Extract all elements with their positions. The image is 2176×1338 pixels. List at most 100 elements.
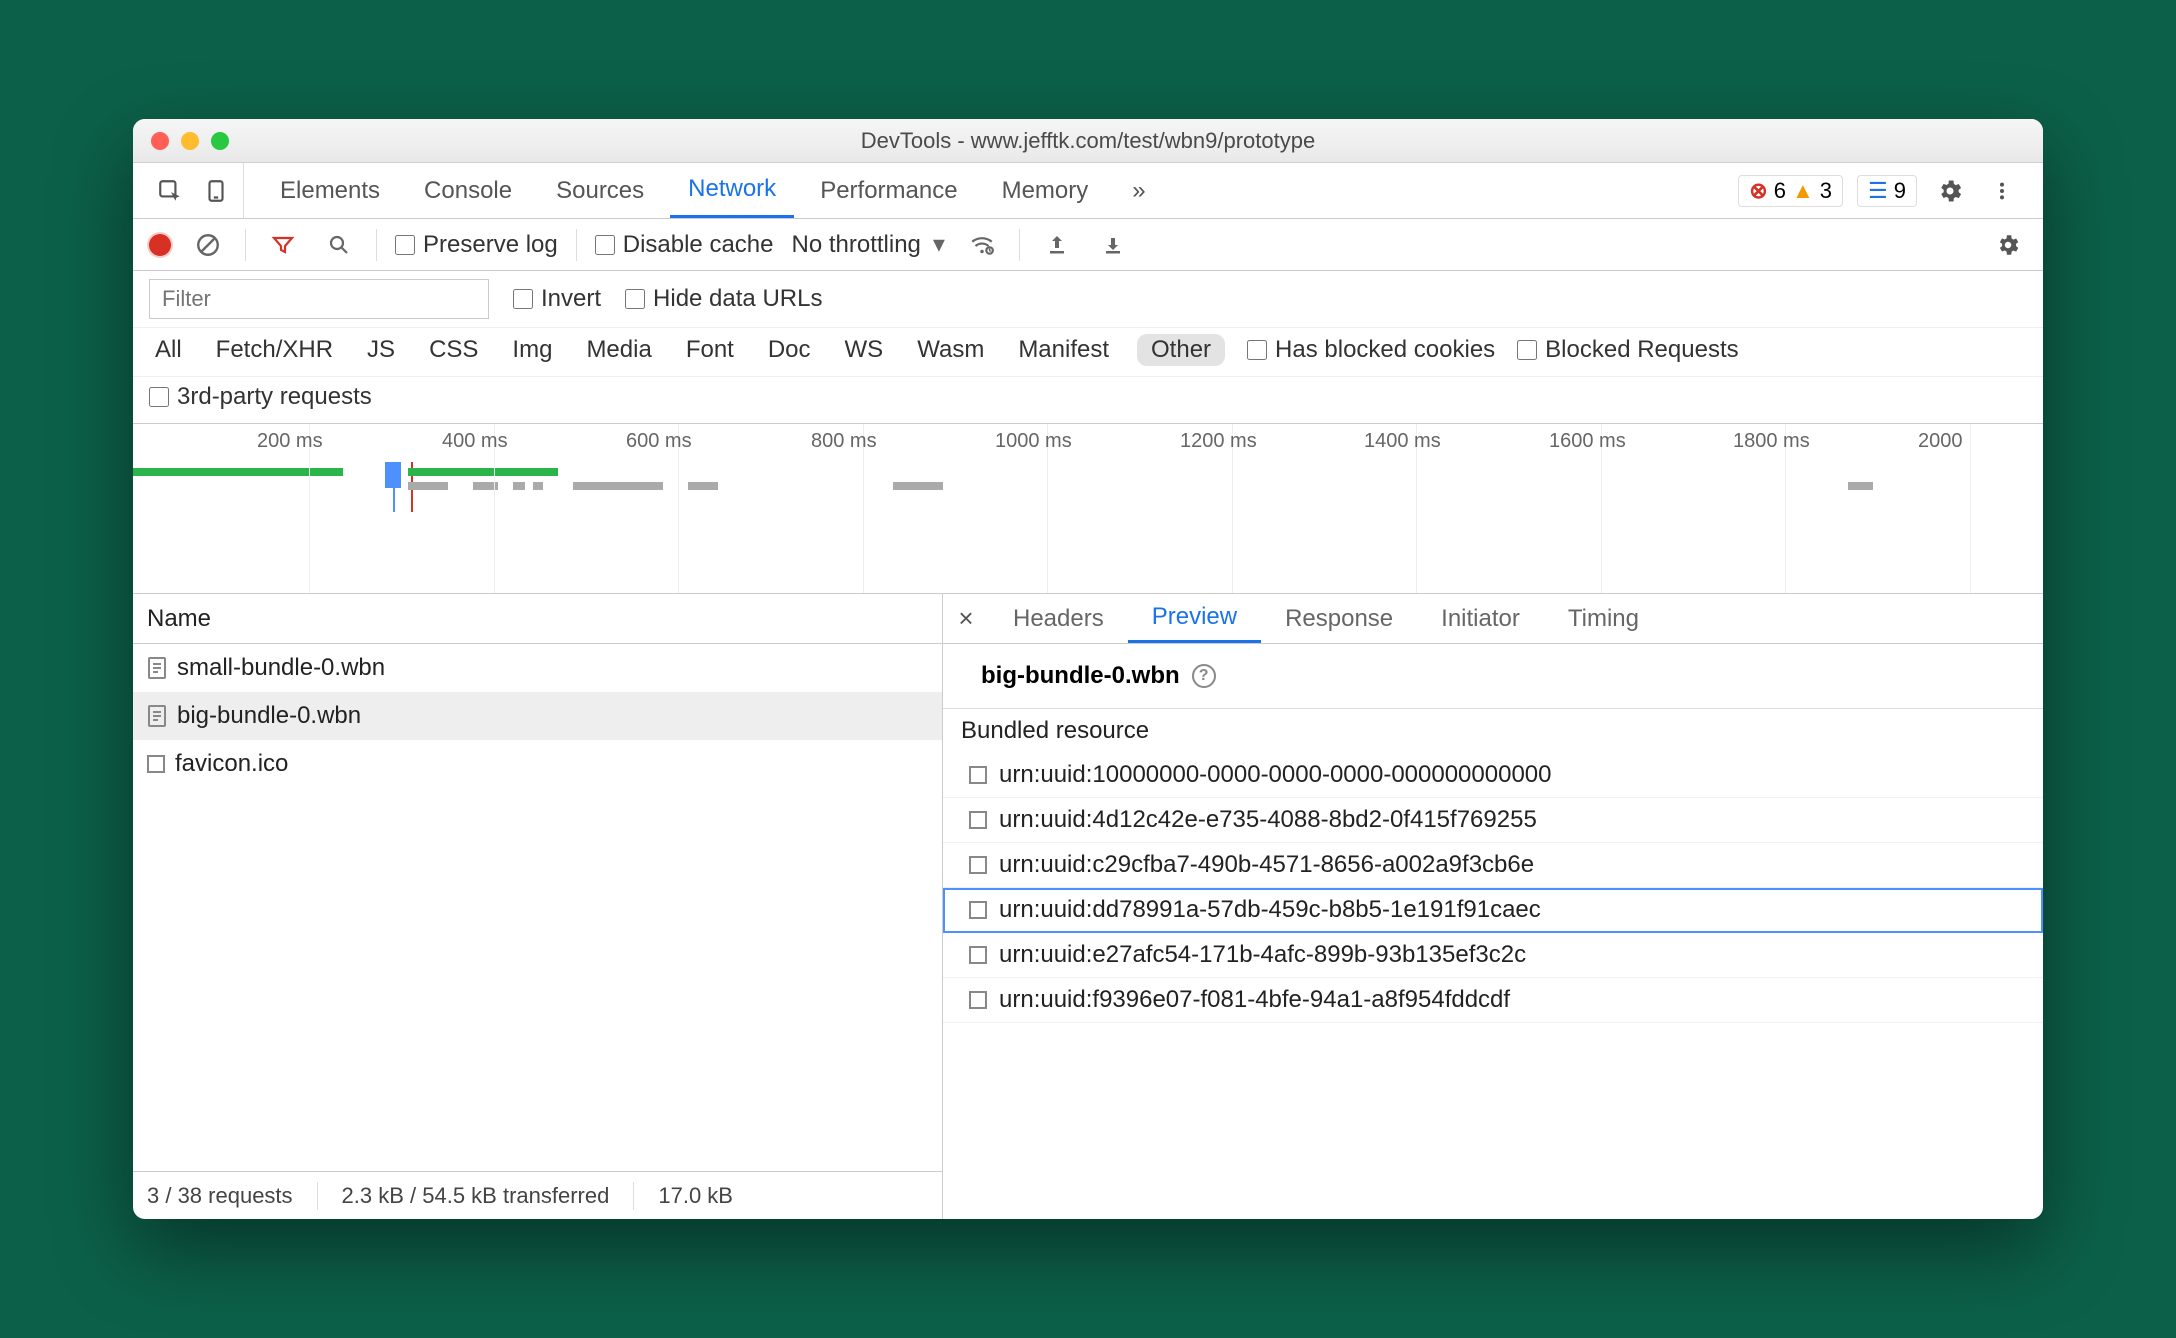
settings-gear-icon[interactable] — [1931, 172, 1969, 210]
has-blocked-cookies-checkbox[interactable]: Has blocked cookies — [1247, 336, 1495, 364]
network-conditions-icon[interactable] — [963, 226, 1001, 264]
chevron-down-icon: ▾ — [933, 230, 945, 259]
resource-icon — [969, 946, 987, 964]
resource-icon — [969, 991, 987, 1009]
error-icon: ⊗ — [1749, 178, 1767, 204]
column-header-name[interactable]: Name — [133, 594, 942, 644]
type-filter-fetchxhr[interactable]: Fetch/XHR — [210, 334, 339, 366]
inspect-element-icon[interactable] — [151, 172, 189, 210]
resource-icon — [969, 901, 987, 919]
type-filter-manifest[interactable]: Manifest — [1012, 334, 1115, 366]
type-filter-font[interactable]: Font — [680, 334, 740, 366]
timeline-tick: 200 ms — [257, 430, 323, 453]
detail-tab-preview[interactable]: Preview — [1128, 594, 1261, 643]
file-icon — [147, 755, 165, 773]
clear-icon[interactable] — [189, 226, 227, 264]
window-title: DevTools - www.jefftk.com/test/wbn9/prot… — [133, 128, 2043, 154]
disable-cache-checkbox[interactable]: Disable cache — [595, 231, 774, 259]
import-har-icon[interactable] — [1038, 226, 1076, 264]
blocked-requests-checkbox[interactable]: Blocked Requests — [1517, 336, 1738, 364]
request-row[interactable]: favicon.ico — [133, 740, 942, 788]
bundled-resource-header: Bundled resource — [943, 708, 2043, 753]
timeline-tick: 1600 ms — [1549, 430, 1626, 453]
timeline-tick: 1400 ms — [1364, 430, 1441, 453]
requests-list-pane: Name small-bundle-0.wbn big-bundle-0.wbn f… — [133, 594, 943, 1219]
panel-tab-elements[interactable]: Elements — [262, 163, 398, 218]
network-split: Name small-bundle-0.wbn big-bundle-0.wbn f… — [133, 594, 2043, 1219]
device-toolbar-icon[interactable] — [197, 172, 235, 210]
detail-body: big-bundle-0.wbn ? Bundled resource urn:… — [943, 644, 2043, 1219]
timeline-tick: 1800 ms — [1733, 430, 1810, 453]
request-row[interactable]: small-bundle-0.wbn — [133, 644, 942, 692]
message-icon: ☰ — [1868, 178, 1888, 204]
network-settings-icon[interactable] — [1989, 226, 2027, 264]
type-filter-row: All Fetch/XHR JS CSS Img Media Font Doc WS Wasm Ma… — [133, 328, 2043, 377]
bundled-resource-row[interactable]: urn:uuid:c29cfba7-490b-4571-8656-a002a9f… — [943, 843, 2043, 888]
resource-url: urn:uuid:f9396e07-f081-4bfe-94a1-a8f954f… — [999, 986, 1510, 1014]
third-party-checkbox[interactable]: 3rd-party requests — [149, 383, 2027, 411]
resource-icon — [969, 856, 987, 874]
panel-overflow-button[interactable]: » — [1114, 163, 1163, 218]
bundled-resource-row[interactable]: urn:uuid:4d12c42e-e735-4088-8bd2-0f415f7… — [943, 798, 2043, 843]
kebab-menu-icon[interactable] — [1983, 172, 2021, 210]
warning-icon: ▲ — [1792, 178, 1814, 204]
timeline-tick: 2000 — [1918, 430, 1963, 453]
bundled-resource-row[interactable]: urn:uuid:dd78991a-57db-459c-b8b5-1e191f9… — [943, 888, 2043, 933]
type-filter-doc[interactable]: Doc — [762, 334, 817, 366]
timeline-tick: 600 ms — [626, 430, 692, 453]
type-filter-img[interactable]: Img — [506, 334, 558, 366]
resource-url: urn:uuid:e27afc54-171b-4afc-899b-93b135e… — [999, 941, 1526, 969]
bundled-resource-row[interactable]: urn:uuid:f9396e07-f081-4bfe-94a1-a8f954f… — [943, 978, 2043, 1023]
export-har-icon[interactable] — [1094, 226, 1132, 264]
panel-tab-console[interactable]: Console — [406, 163, 530, 218]
detail-tab-response[interactable]: Response — [1261, 594, 1417, 643]
type-filter-js[interactable]: JS — [361, 334, 401, 366]
close-detail-icon[interactable]: × — [943, 603, 989, 634]
bundled-resource-row[interactable]: urn:uuid:e27afc54-171b-4afc-899b-93b135e… — [943, 933, 2043, 978]
filter-row: Invert Hide data URLs — [133, 271, 2043, 328]
detail-tabs: × HeadersPreviewResponseInitiatorTiming — [943, 594, 2043, 644]
panel-tab-performance[interactable]: Performance — [802, 163, 975, 218]
resource-url: urn:uuid:dd78991a-57db-459c-b8b5-1e191f9… — [999, 896, 1541, 924]
status-resources: 17.0 kB — [658, 1183, 733, 1209]
third-party-row: 3rd-party requests — [133, 377, 2043, 424]
type-filter-ws[interactable]: WS — [839, 334, 890, 366]
detail-tab-headers[interactable]: Headers — [989, 594, 1128, 643]
request-name: big-bundle-0.wbn — [177, 702, 361, 730]
panel-tab-memory[interactable]: Memory — [984, 163, 1107, 218]
document-icon — [147, 704, 167, 728]
request-detail-pane: × HeadersPreviewResponseInitiatorTiming … — [943, 594, 2043, 1219]
invert-checkbox[interactable]: Invert — [513, 285, 601, 313]
panel-tab-network[interactable]: Network — [670, 163, 794, 218]
network-toolbar: Preserve log Disable cache No throttling… — [133, 219, 2043, 271]
timeline-tick: 1000 ms — [995, 430, 1072, 453]
preserve-log-checkbox[interactable]: Preserve log — [395, 231, 558, 259]
search-icon[interactable] — [320, 226, 358, 264]
help-icon[interactable]: ? — [1192, 664, 1216, 688]
throttling-select[interactable]: No throttling ▾ — [791, 230, 944, 259]
detail-tab-initiator[interactable]: Initiator — [1417, 594, 1544, 643]
resource-icon — [969, 766, 987, 784]
preview-title: big-bundle-0.wbn ? — [943, 644, 2043, 708]
filter-input[interactable] — [149, 279, 489, 319]
timeline-tick: 800 ms — [811, 430, 877, 453]
request-name: small-bundle-0.wbn — [177, 654, 385, 682]
request-row[interactable]: big-bundle-0.wbn — [133, 692, 942, 740]
error-count-badge[interactable]: ⊗ 6 ▲ 3 — [1738, 175, 1843, 207]
type-filter-other[interactable]: Other — [1137, 334, 1225, 366]
timeline-tick: 400 ms — [442, 430, 508, 453]
bundled-resource-row[interactable]: urn:uuid:10000000-0000-0000-0000-0000000… — [943, 753, 2043, 798]
timeline-overview[interactable]: 200 ms400 ms600 ms800 ms1000 ms1200 ms14… — [133, 424, 2043, 594]
detail-tab-timing[interactable]: Timing — [1544, 594, 1663, 643]
filter-icon[interactable] — [264, 226, 302, 264]
type-filter-wasm[interactable]: Wasm — [911, 334, 990, 366]
type-filter-all[interactable]: All — [149, 334, 188, 366]
type-filter-css[interactable]: CSS — [423, 334, 484, 366]
type-filter-media[interactable]: Media — [580, 334, 657, 366]
record-button[interactable] — [149, 234, 171, 256]
message-count-badge[interactable]: ☰ 9 — [1857, 175, 1917, 207]
status-bar: 3 / 38 requests 2.3 kB / 54.5 kB transfe… — [133, 1171, 942, 1219]
panel-tab-sources[interactable]: Sources — [538, 163, 662, 218]
titlebar: DevTools - www.jefftk.com/test/wbn9/prot… — [133, 119, 2043, 163]
hide-data-urls-checkbox[interactable]: Hide data URLs — [625, 285, 822, 313]
